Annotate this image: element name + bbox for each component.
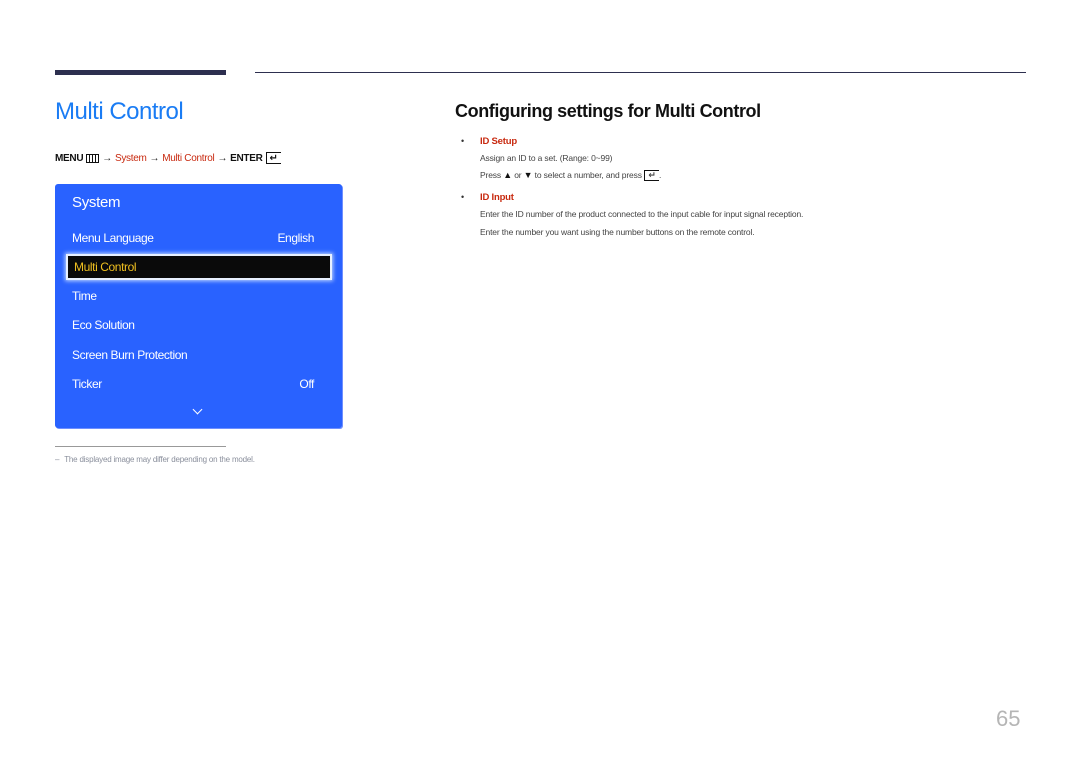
id-setup-desc-2: Press ▲ or ▼ to select a number, and pre… — [480, 170, 662, 182]
enter-return-icon: ↵ — [644, 170, 660, 182]
breadcrumb-enter: ENTER — [230, 152, 263, 164]
arrow-icon: → — [102, 152, 112, 164]
up-arrow-icon: ▲ — [503, 170, 512, 180]
header-rule-thick — [55, 70, 226, 75]
osd-menu-title: System — [72, 194, 121, 211]
desc-text: Press — [480, 170, 501, 180]
chevron-down-icon[interactable] — [192, 404, 203, 415]
enter-return-icon: ↵ — [265, 152, 281, 164]
osd-system-menu: System Menu Language English Multi Contr… — [55, 184, 342, 428]
osd-item-value: Off — [299, 377, 314, 391]
osd-item-screen-burn-protection[interactable]: Screen Burn Protection — [72, 344, 314, 366]
osd-item-label: Multi Control — [74, 260, 137, 274]
osd-item-eco-solution[interactable]: Eco Solution — [72, 314, 314, 336]
id-input-desc-1: Enter the ID number of the product conne… — [480, 209, 804, 219]
desc-text: to select a number, and press — [534, 170, 642, 180]
osd-item-ticker[interactable]: Ticker Off — [72, 373, 314, 395]
breadcrumb-menu: MENU — [55, 152, 84, 164]
id-setup-desc-1: Assign an ID to a set. (Range: 0~99) — [480, 153, 613, 163]
page-number: 65 — [996, 706, 1021, 731]
desc-text: or — [514, 170, 522, 180]
osd-item-label: Eco Solution — [72, 318, 135, 332]
footnote-divider — [55, 446, 226, 447]
menu-grid-icon — [86, 153, 100, 163]
down-arrow-icon: ▼ — [523, 170, 533, 180]
id-input-desc-2: Enter the number you want using the numb… — [480, 227, 755, 237]
breadcrumb: MENU → System → Multi Control → ENTER ↵ — [55, 152, 281, 164]
osd-item-multi-control[interactable]: Multi Control — [66, 254, 332, 280]
section-title: Configuring settings for Multi Control — [455, 101, 761, 121]
osd-item-label: Time — [72, 289, 97, 303]
bullet-label: ID Setup — [480, 136, 517, 147]
bullet-label: ID Input — [480, 192, 514, 203]
page-title: Multi Control — [55, 98, 184, 125]
footnote-dash: – — [55, 455, 60, 464]
osd-item-label: Ticker — [72, 377, 102, 391]
osd-item-time[interactable]: Time — [72, 285, 314, 307]
arrow-icon: → — [149, 152, 160, 164]
footnote-text: The displayed image may differ depending… — [64, 455, 255, 464]
osd-item-menu-language[interactable]: Menu Language English — [72, 227, 314, 249]
arrow-icon: → — [217, 152, 228, 164]
osd-item-label: Menu Language — [72, 231, 154, 245]
desc-text: . — [659, 170, 662, 180]
bullet-icon: • — [461, 136, 465, 146]
breadcrumb-system: System — [114, 152, 147, 164]
footnote: – The displayed image may differ dependin… — [55, 455, 255, 464]
breadcrumb-multi-control: Multi Control — [162, 152, 215, 164]
osd-item-value: English — [277, 231, 314, 245]
header-rule-thin — [255, 72, 1026, 73]
bullet-icon: • — [461, 192, 465, 202]
osd-item-label: Screen Burn Protection — [72, 348, 188, 362]
